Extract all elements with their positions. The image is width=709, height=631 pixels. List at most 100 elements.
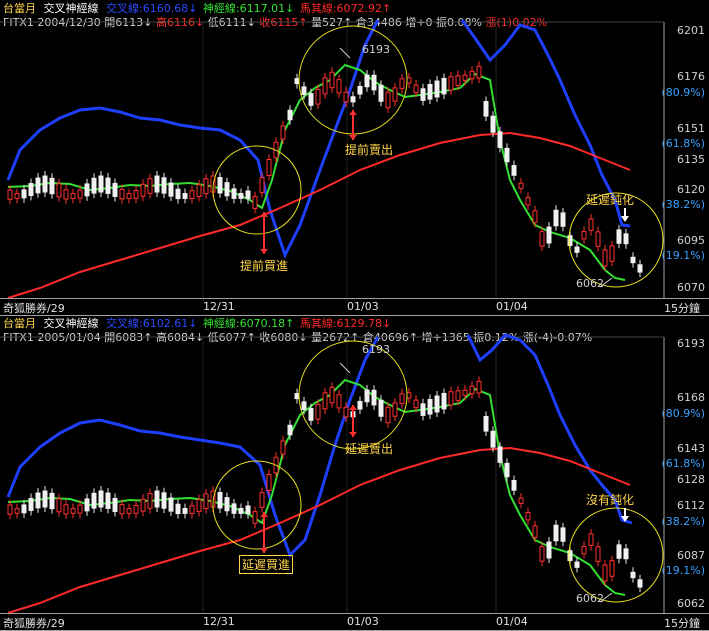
dull-label: 沒有鈍化 xyxy=(586,493,635,507)
candle-body xyxy=(196,499,202,513)
chart-panel-top[interactable]: 台當月 交叉神經線 交叉線:6160.68↓ 神經線:6117.01↓ 馬其線:… xyxy=(0,0,709,316)
signal-circle xyxy=(568,507,664,603)
trough-label: 6062 xyxy=(576,277,604,290)
candle-body xyxy=(546,541,552,559)
candle-body xyxy=(56,498,62,513)
candle-body xyxy=(630,256,636,264)
x-axis: 奇狐勝券/29 12/31 01/03 01/04 15分鐘 xyxy=(0,298,709,316)
candle-body xyxy=(245,190,251,200)
candle-body xyxy=(70,508,76,514)
chart-panel-bottom[interactable]: 台當月 交叉神經線 交叉線:6102.61↓ 神經線:6070.18↑ 馬其線:… xyxy=(0,315,709,631)
candle-body xyxy=(294,78,300,85)
peak-pointer xyxy=(339,362,351,374)
candle-body xyxy=(14,193,20,199)
candle-body xyxy=(322,392,328,410)
candle-body xyxy=(420,88,426,101)
candle-body xyxy=(525,197,531,206)
arrow-head-icon xyxy=(349,110,357,115)
candle-body xyxy=(189,190,195,200)
candle-body xyxy=(182,193,188,199)
candle-body xyxy=(203,493,209,510)
line1-series xyxy=(6,19,380,259)
candle-body xyxy=(280,440,286,455)
candle-body xyxy=(280,125,286,140)
peak-pointer xyxy=(339,47,351,59)
candle-body xyxy=(448,76,454,91)
candle-body xyxy=(581,546,587,555)
arrow-head-icon xyxy=(349,135,357,140)
candle-body xyxy=(63,504,69,515)
candle-body xyxy=(595,231,601,247)
candle-body xyxy=(497,131,503,148)
candle-body xyxy=(189,505,195,515)
candle-body xyxy=(217,492,223,509)
candle-body xyxy=(343,91,349,103)
candle-body xyxy=(112,182,118,197)
candle-body xyxy=(539,231,545,247)
line1-series xyxy=(6,336,380,558)
buy-signal-label: 提前買進 xyxy=(240,259,289,273)
candle-body xyxy=(91,492,97,509)
candle-body xyxy=(238,192,244,199)
candle-body xyxy=(385,91,391,109)
candle-body xyxy=(21,189,27,199)
candle-body xyxy=(602,564,608,582)
candle-body xyxy=(448,391,454,406)
candle-body xyxy=(364,389,370,403)
candle-body xyxy=(441,392,447,410)
candle-body xyxy=(623,233,629,245)
candle-body xyxy=(77,189,83,199)
arrow-head-icon xyxy=(260,512,268,517)
candle-body xyxy=(70,193,76,199)
candle-body xyxy=(35,177,41,194)
candle-body xyxy=(308,408,314,421)
price-chart-bottom[interactable] xyxy=(0,315,709,630)
candle-body xyxy=(462,389,468,396)
period-label[interactable]: 15分鐘 xyxy=(664,615,700,631)
candle-body xyxy=(483,416,489,432)
candle-body xyxy=(357,400,363,410)
candle-body xyxy=(511,165,517,176)
x-date-label: 01/03 xyxy=(347,300,379,313)
candle-body xyxy=(588,218,594,231)
candle-body xyxy=(371,74,377,91)
candle-body xyxy=(413,84,419,94)
candle-body xyxy=(399,78,405,89)
candle-body xyxy=(539,546,545,562)
candle-body xyxy=(259,177,265,193)
candle-body xyxy=(602,249,608,267)
candle-body xyxy=(588,533,594,546)
period-label[interactable]: 15分鐘 xyxy=(664,300,700,316)
candle-body xyxy=(112,497,118,512)
candle-body xyxy=(504,147,510,163)
candle-body xyxy=(238,507,244,514)
arrow-head-icon xyxy=(349,405,357,410)
x-axis: 奇狐勝券/29 12/31 01/03 01/04 15分鐘 xyxy=(0,613,709,631)
candle-body xyxy=(595,546,601,562)
candle-body xyxy=(203,178,209,195)
candle-body xyxy=(7,189,13,200)
x-date-label: 01/03 xyxy=(347,615,379,628)
candle-body xyxy=(231,503,237,514)
candle-body xyxy=(126,508,132,514)
candle-body xyxy=(518,497,524,504)
candle-body xyxy=(154,175,160,193)
x-date-label: 01/04 xyxy=(496,300,528,313)
candle-body xyxy=(140,498,146,512)
candle-body xyxy=(553,209,559,227)
candle-body xyxy=(427,399,433,415)
candle-body xyxy=(28,183,34,197)
candle-body xyxy=(378,84,384,102)
candle-body xyxy=(42,175,48,193)
candle-body xyxy=(161,492,167,509)
candle-body xyxy=(497,446,503,463)
candle-body xyxy=(196,184,202,198)
candle-body xyxy=(175,503,181,515)
candle-body xyxy=(154,490,160,508)
candle-body xyxy=(98,490,104,508)
candle-body xyxy=(609,560,615,577)
candle-body xyxy=(14,508,20,514)
candle-body xyxy=(119,503,125,515)
candle-body xyxy=(560,527,566,542)
candle-body xyxy=(91,177,97,194)
